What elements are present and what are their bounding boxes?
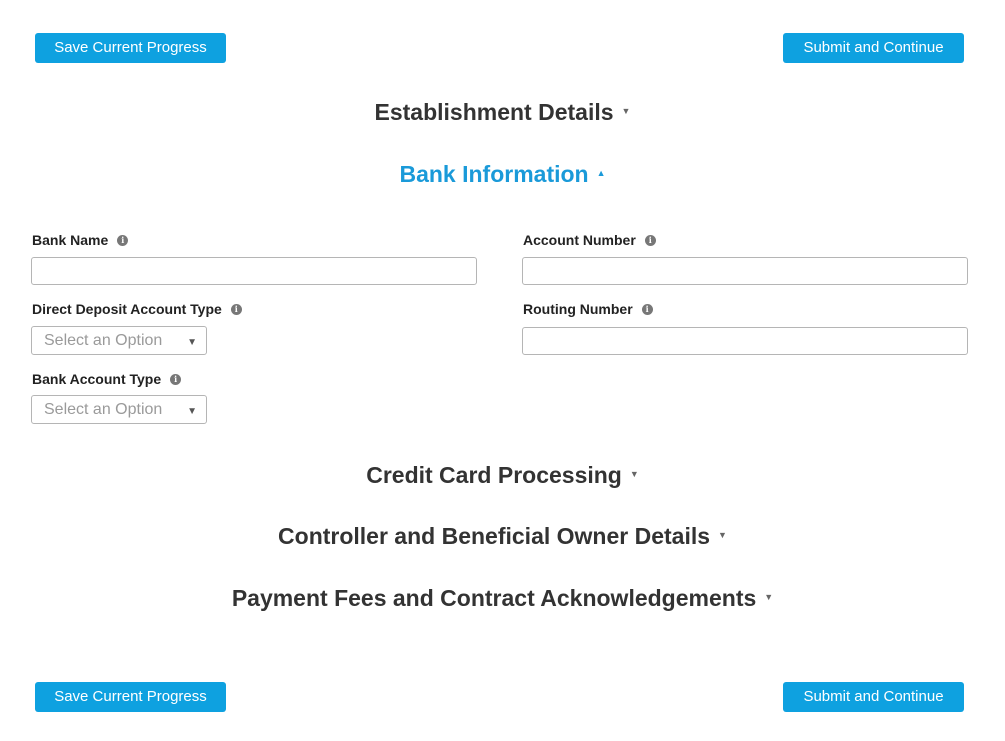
section-title: Credit Card Processing [366,462,622,488]
routing-number-input[interactable] [522,327,968,355]
routing-number-label-text: Routing Number [523,301,633,317]
bank-name-label: Bank Name i [32,232,129,248]
caret-down-icon: ▼ [187,406,197,417]
account-number-label-text: Account Number [523,232,636,248]
select-placeholder: Select an Option [44,332,163,349]
bank-account-type-label: Bank Account Type i [32,371,182,387]
section-title: Controller and Beneficial Owner Details [278,523,711,549]
info-icon[interactable]: i [117,234,129,246]
direct-deposit-type-select[interactable]: Select an Option ▼ [31,326,207,355]
caret-down-icon: ▼ [764,591,774,602]
caret-down-icon: ▼ [629,468,639,479]
routing-number-label: Routing Number i [523,301,653,317]
caret-down-icon: ▼ [187,337,197,348]
bank-account-type-select[interactable]: Select an Option ▼ [31,395,207,424]
save-progress-button-top[interactable]: Save Current Progress [35,33,226,63]
info-icon[interactable]: i [644,234,656,246]
section-title: Establishment Details [374,99,614,125]
info-icon[interactable]: i [641,303,653,315]
account-number-input[interactable] [522,257,968,285]
section-payment-fees[interactable]: Payment Fees and Contract Acknowledgemen… [0,585,1005,612]
section-credit-card-processing[interactable]: Credit Card Processing ▼ [0,462,1005,489]
select-placeholder: Select an Option [44,401,163,418]
info-icon[interactable]: i [230,303,242,315]
caret-up-icon: ▲ [596,167,606,178]
section-title: Bank Information [399,161,589,187]
bank-name-input[interactable] [31,257,477,285]
direct-deposit-type-label-text: Direct Deposit Account Type [32,301,222,317]
submit-continue-button-bottom[interactable]: Submit and Continue [783,682,964,712]
section-bank-information[interactable]: Bank Information ▲ [0,161,1005,188]
account-number-label: Account Number i [523,232,656,248]
section-controller-beneficial-owner[interactable]: Controller and Beneficial Owner Details ▼ [0,523,1005,550]
submit-continue-button-top[interactable]: Submit and Continue [783,33,964,63]
bank-account-type-label-text: Bank Account Type [32,371,162,387]
caret-down-icon: ▼ [718,529,727,540]
bank-name-label-text: Bank Name [32,232,109,248]
caret-down-icon: ▼ [621,105,631,116]
info-icon[interactable]: i [170,373,182,385]
save-progress-button-bottom[interactable]: Save Current Progress [35,682,226,712]
section-establishment-details[interactable]: Establishment Details ▼ [0,99,1005,126]
section-title: Payment Fees and Contract Acknowledgemen… [231,585,757,611]
direct-deposit-type-label: Direct Deposit Account Type i [32,301,242,317]
